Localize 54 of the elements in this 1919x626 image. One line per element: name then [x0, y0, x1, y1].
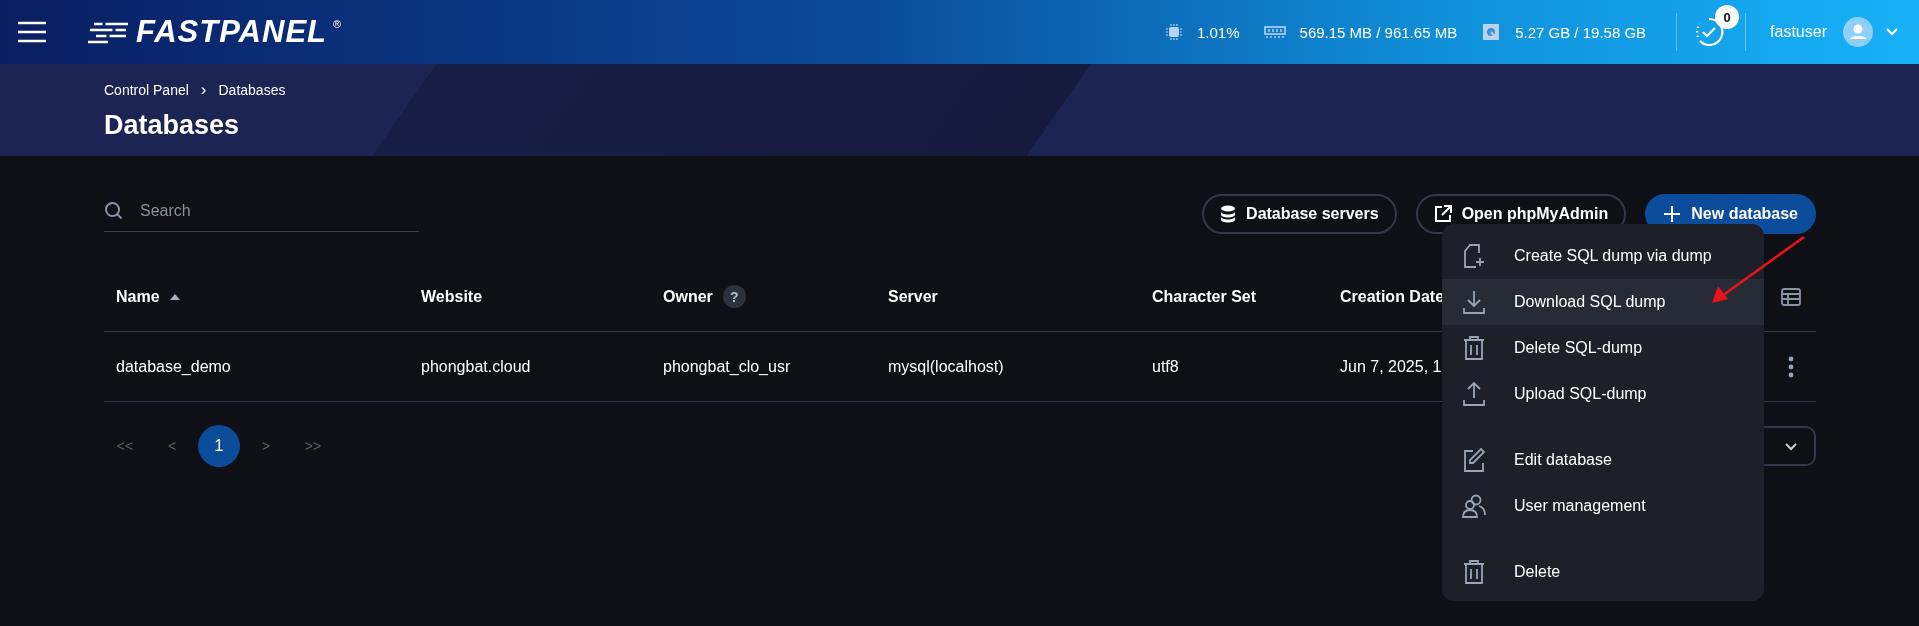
avatar-icon[interactable] — [1843, 17, 1873, 47]
trash-icon — [1462, 335, 1486, 361]
table-cell-text: mysql(localhost) — [887, 357, 1005, 376]
upload-icon — [1462, 381, 1486, 407]
stat-text: 5.27 GB / 19.58 GB — [1515, 23, 1647, 41]
column-title: Character Set — [1152, 287, 1257, 306]
help-badge[interactable]: ? — [722, 285, 746, 308]
stat-text: 569.15 MB / 961.65 MB — [1299, 23, 1458, 41]
download-icon — [1462, 289, 1486, 315]
chevron-down-icon — [1784, 441, 1798, 451]
database-icon — [1220, 205, 1237, 223]
logo-icon — [88, 20, 130, 44]
menu-item[interactable]: Edit database — [1442, 437, 1764, 483]
trash-icon — [1462, 559, 1486, 585]
tasks-icon[interactable] — [1693, 16, 1726, 48]
page-button[interactable]: 1 — [198, 425, 240, 467]
database-servers-button[interactable]: Database servers — [1202, 194, 1397, 234]
breadcrumb-link[interactable]: Control Panel — [104, 82, 189, 98]
table-cell-text: database_demo — [115, 357, 232, 376]
search-icon — [104, 200, 124, 221]
menu-item[interactable]: Delete SQL-dump — [1442, 325, 1764, 371]
cpu-icon — [1165, 23, 1183, 41]
logo-text: FASTPANEL — [136, 14, 327, 50]
tasks-count-badge: 0 — [1715, 5, 1740, 29]
breadcrumb-separator: › — [200, 80, 207, 100]
sort-up-icon[interactable] — [169, 293, 180, 300]
menu-item[interactable]: Delete — [1442, 549, 1764, 595]
column-title: Creation Date — [1340, 287, 1445, 306]
plus-icon — [1663, 205, 1682, 223]
search-field[interactable]: Search — [138, 200, 402, 221]
menu-item[interactable]: Upload SQL-dump — [1442, 371, 1764, 417]
column-title: Name — [116, 287, 160, 306]
edit-icon — [1462, 447, 1486, 473]
menu-item[interactable]: User management — [1442, 483, 1764, 529]
memory-icon — [1263, 25, 1286, 39]
table-cell-text: phongbat.cloud — [420, 357, 532, 376]
file-plus-icon — [1462, 243, 1486, 269]
external-link-icon — [1433, 205, 1452, 223]
column-title: Website — [421, 287, 483, 306]
menu-item[interactable]: Create SQL dump via dump — [1442, 233, 1764, 279]
breadcrumb-current: Databases — [218, 82, 286, 98]
column-title: Server — [888, 287, 938, 306]
more-options-icon[interactable] — [1788, 355, 1794, 378]
registered-mark: ® — [333, 18, 342, 30]
menu-item[interactable]: Download SQL dump — [1442, 279, 1764, 325]
stat-text: 1.01% — [1197, 23, 1240, 41]
page-title: Databases — [104, 110, 241, 141]
table-columns-icon[interactable] — [1781, 287, 1801, 306]
table-cell-text: phongbat_clo_usr — [662, 357, 792, 376]
menu-icon[interactable] — [16, 20, 48, 44]
table-cell-text: utf8 — [1151, 357, 1180, 376]
table-cell-text: Jun 7, 2025, 1 — [1339, 357, 1443, 376]
column-title: Owner — [663, 287, 713, 306]
users-icon — [1462, 493, 1486, 519]
